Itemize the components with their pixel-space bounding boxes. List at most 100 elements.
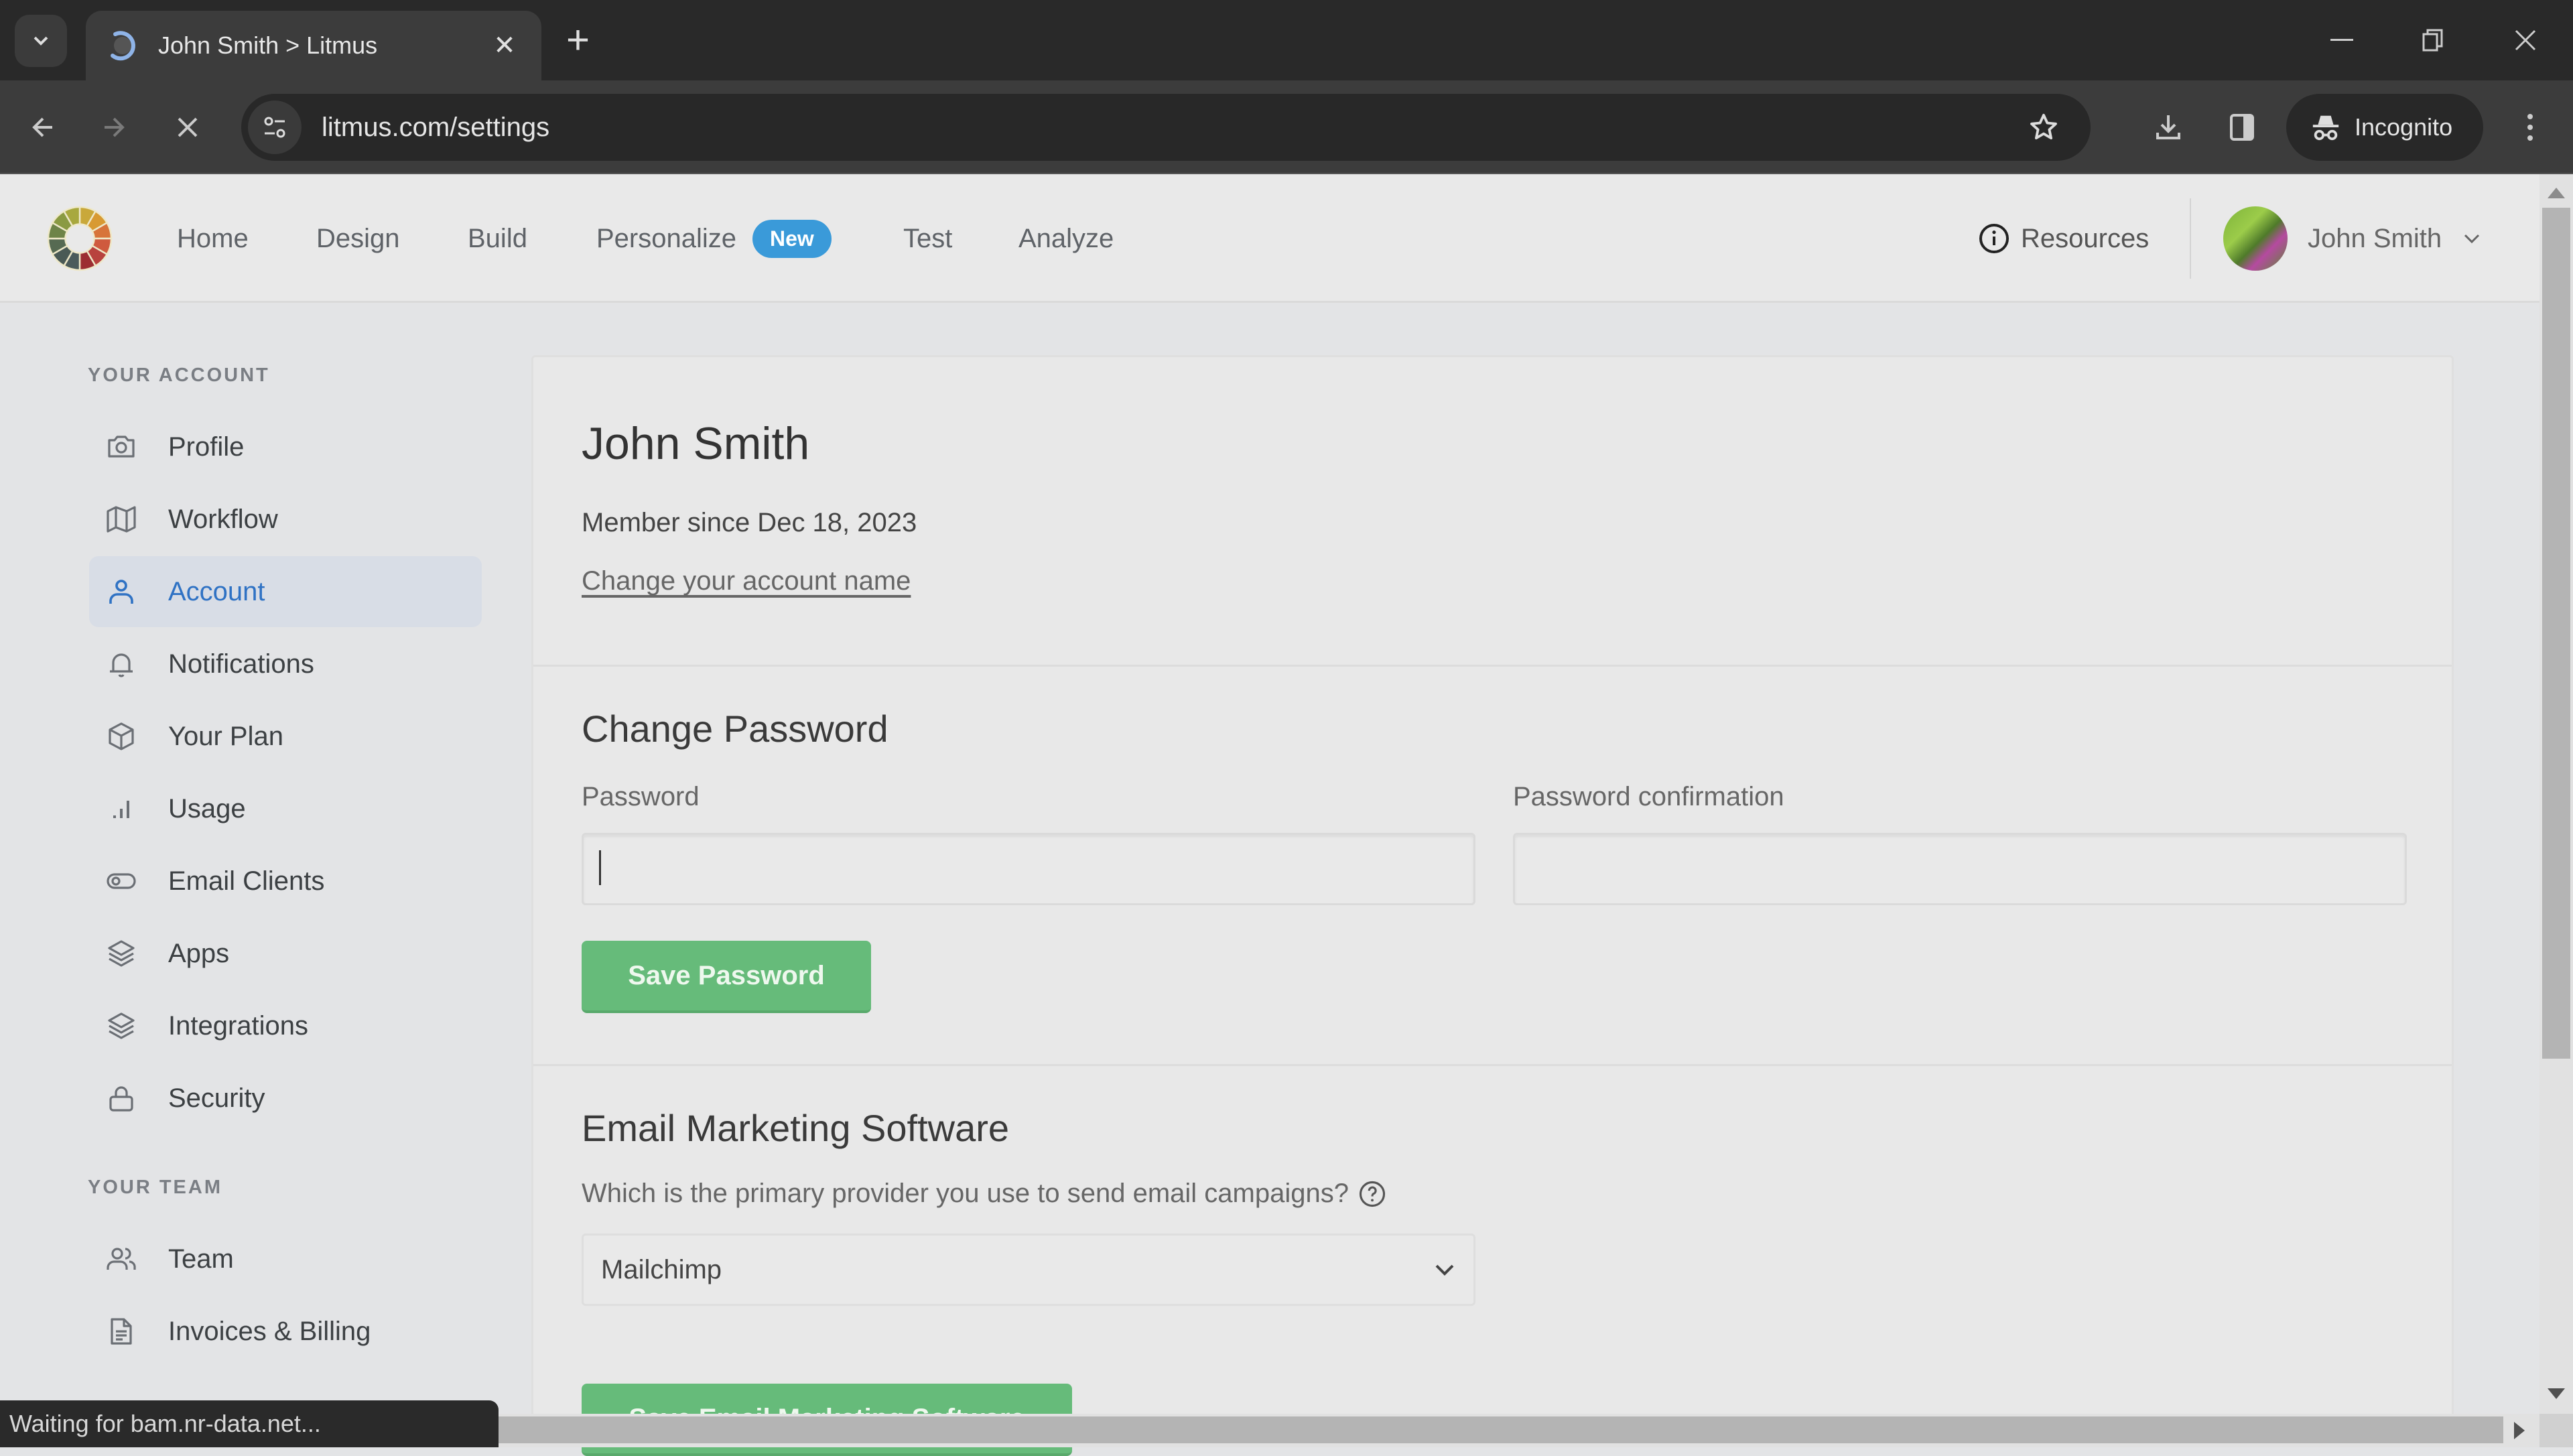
loading-spinner-icon <box>111 31 135 61</box>
change-account-name-link[interactable]: Change your account name <box>582 566 911 596</box>
back-button[interactable] <box>16 101 70 154</box>
email-marketing-title: Email Marketing Software <box>582 1107 1010 1149</box>
nav-test-label: Test <box>903 223 953 253</box>
side-panel-button[interactable] <box>2215 101 2269 154</box>
nav-design[interactable]: Design <box>316 174 400 303</box>
tab-search-button[interactable] <box>15 15 67 67</box>
more-vertical-icon <box>2527 114 2533 141</box>
sidebar-item-label: Notifications <box>168 649 314 679</box>
resources-label: Resources <box>2021 223 2150 253</box>
box-icon <box>103 718 140 755</box>
vertical-scrollbar[interactable] <box>2539 174 2573 1414</box>
loading-status-bubble: Waiting for bam.nr-data.net... <box>0 1400 499 1447</box>
address-bar[interactable]: litmus.com/settings <box>241 94 2091 161</box>
browser-toolbar: litmus.com/settings Incognito <box>0 80 2573 174</box>
nav-personalize[interactable]: Personalize New <box>596 174 832 303</box>
new-badge: New <box>752 219 832 258</box>
forward-button[interactable] <box>87 101 141 154</box>
bar-chart-icon <box>103 790 140 828</box>
chevron-down-icon <box>1435 1264 1454 1276</box>
nav-analyze-label: Analyze <box>1018 223 1114 253</box>
sidebar-item-account[interactable]: Account <box>89 556 482 627</box>
incognito-indicator[interactable]: Incognito <box>2286 94 2483 161</box>
nav-test[interactable]: Test <box>903 174 952 303</box>
downloads-button[interactable] <box>2141 101 2195 154</box>
horizontal-scroll-thumb[interactable] <box>496 1416 2503 1443</box>
change-password-title: Change Password <box>582 708 888 750</box>
restore-icon <box>2422 29 2443 52</box>
info-icon <box>1979 224 2009 253</box>
map-icon <box>103 501 140 538</box>
password-input[interactable] <box>582 833 1475 905</box>
sidebar-item-security[interactable]: Security <box>89 1063 482 1134</box>
minimize-icon <box>2330 39 2353 41</box>
nav-build-label: Build <box>468 223 527 253</box>
sidebar-item-notifications[interactable]: Notifications <box>89 628 482 700</box>
bell-icon <box>103 645 140 683</box>
text-caret <box>599 850 601 885</box>
password-input-wrapper <box>582 833 1475 905</box>
incognito-icon <box>2312 115 2339 141</box>
stop-loading-button[interactable] <box>161 101 214 154</box>
sidebar-item-workflow[interactable]: Workflow <box>89 484 482 555</box>
incognito-label: Incognito <box>2355 113 2453 141</box>
email-provider-select[interactable]: Mailchimp <box>582 1234 1475 1306</box>
minimize-button[interactable] <box>2312 13 2372 67</box>
save-password-button[interactable]: Save Password <box>582 941 871 1013</box>
download-icon <box>2156 115 2180 139</box>
scroll-up-arrow-icon[interactable] <box>2548 188 2565 198</box>
scroll-right-arrow-icon[interactable] <box>2514 1422 2525 1439</box>
browser-menu-button[interactable] <box>2503 101 2557 154</box>
toggle-icon <box>103 862 140 900</box>
nav-analyze[interactable]: Analyze <box>1018 174 1114 303</box>
new-tab-button[interactable]: + <box>566 19 590 62</box>
sidebar-item-your-plan[interactable]: Your Plan <box>89 701 482 772</box>
vertical-scroll-thumb[interactable] <box>2542 208 2570 1059</box>
scroll-down-arrow-icon[interactable] <box>2548 1388 2565 1399</box>
sidebar-item-label: Profile <box>168 432 245 462</box>
nav-home[interactable]: Home <box>177 174 249 303</box>
sidebar-item-email-clients[interactable]: Email Clients <box>89 846 482 917</box>
window-close-button[interactable] <box>2495 13 2556 67</box>
file-text-icon <box>103 1313 140 1350</box>
browser-tab-active[interactable]: John Smith > Litmus ✕ <box>86 11 541 80</box>
sidebar-item-label: Email Clients <box>168 866 325 896</box>
user-menu[interactable]: John Smith <box>2223 174 2482 303</box>
url-text[interactable]: litmus.com/settings <box>322 113 2017 143</box>
help-icon[interactable] <box>1358 1180 1386 1208</box>
litmus-logo[interactable] <box>47 206 113 271</box>
nav-build[interactable]: Build <box>468 174 527 303</box>
section-label-your-team: YOUR TEAM <box>88 1177 222 1198</box>
restore-button[interactable] <box>2403 13 2463 67</box>
sidebar-item-apps[interactable]: Apps <box>89 918 482 989</box>
nav-design-label: Design <box>316 223 400 253</box>
sidebar-item-team[interactable]: Team <box>89 1223 482 1295</box>
sidebar-item-label: Team <box>168 1244 234 1274</box>
header-divider <box>2190 198 2191 279</box>
sidebar-item-usage[interactable]: Usage <box>89 773 482 844</box>
close-icon <box>2515 29 2536 51</box>
layers-icon <box>103 1007 140 1045</box>
sidebar-item-invoices-billing[interactable]: Invoices & Billing <box>89 1296 482 1367</box>
profile-section: John Smith Member since Dec 18, 2023 Cha… <box>533 357 2452 667</box>
sidebar-item-profile[interactable]: Profile <box>89 411 482 482</box>
camera-icon <box>103 428 140 466</box>
settings-card: John Smith Member since Dec 18, 2023 Cha… <box>531 355 2454 1456</box>
sidebar-item-label: Integrations <box>168 1010 309 1041</box>
app-header: Home Design Build Personalize New Test A… <box>0 174 2539 303</box>
site-info-button[interactable] <box>248 101 302 154</box>
bookmark-button[interactable] <box>2017 101 2070 154</box>
side-panel-icon <box>2230 114 2254 141</box>
stop-icon <box>178 117 198 137</box>
layers-icon <box>103 935 140 972</box>
email-marketing-section: Email Marketing Software Which is the pr… <box>533 1066 2452 1456</box>
status-text: Waiting for bam.nr-data.net... <box>9 1410 321 1437</box>
password-confirmation-input[interactable] <box>1513 833 2407 905</box>
nav-home-label: Home <box>177 223 249 253</box>
sidebar-item-integrations[interactable]: Integrations <box>89 990 482 1061</box>
resources-button[interactable]: Resources <box>1978 174 2149 303</box>
arrow-left-icon <box>32 117 52 137</box>
chevron-down-icon <box>2464 234 2480 244</box>
tab-close-icon[interactable]: ✕ <box>488 30 521 61</box>
sidebar-item-label: Workflow <box>168 504 278 534</box>
